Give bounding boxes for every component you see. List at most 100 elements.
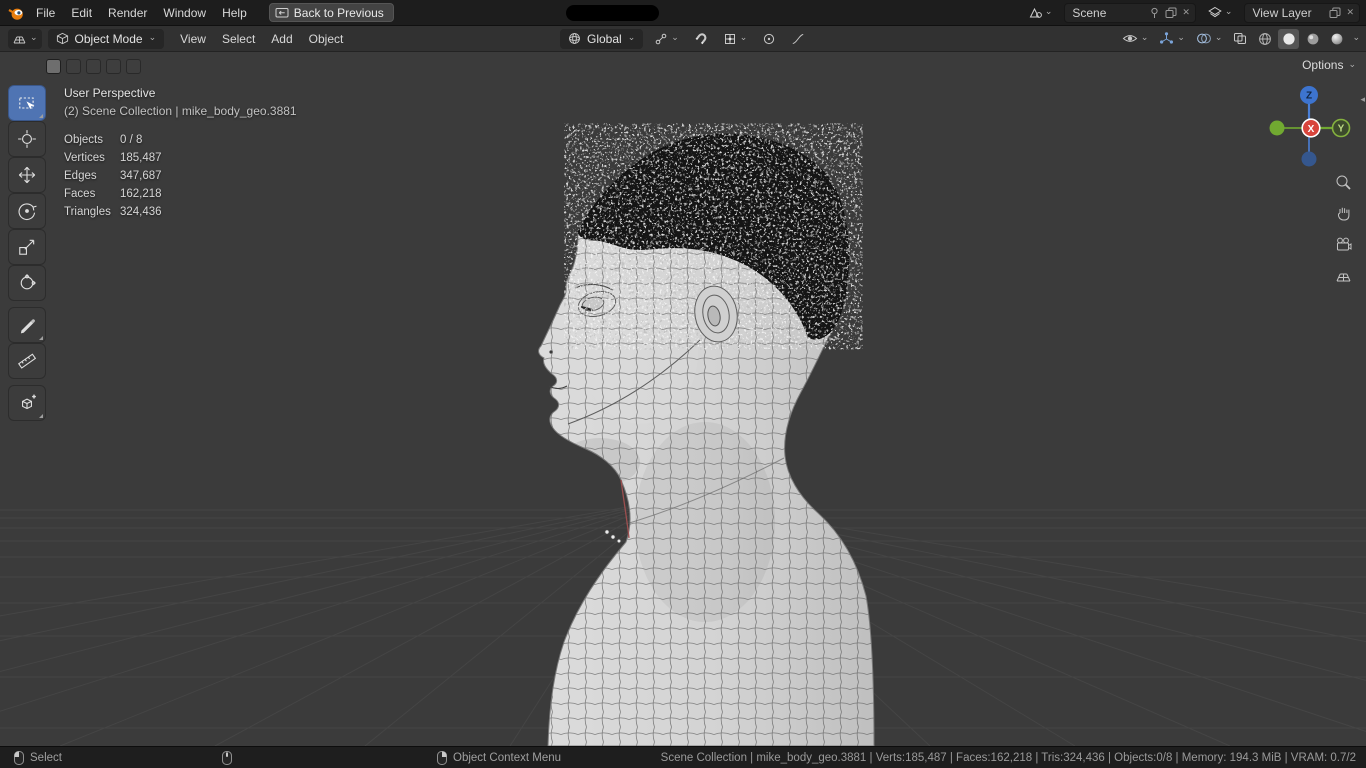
chevron-down-icon: ⌄ [671, 32, 679, 42]
svg-text:Y: Y [1338, 124, 1345, 135]
select-mode-new-button[interactable] [46, 59, 61, 74]
unlink-scene-icon[interactable]: ✕ [1182, 7, 1190, 18]
editor-type-button[interactable]: ⌄ [8, 28, 42, 49]
header-right-cluster: ⌄ ⌄ ⌄ ⌄ [1118, 28, 1360, 49]
toggle-perspective-icon[interactable] [1333, 265, 1353, 285]
camera-view-icon[interactable] [1333, 234, 1353, 254]
menu-file[interactable]: File [28, 3, 63, 23]
gizmo-axis-x[interactable]: X [1301, 118, 1321, 138]
tool-scale[interactable] [9, 230, 45, 264]
back-screen-icon [275, 7, 289, 17]
menu-edit[interactable]: Edit [63, 3, 100, 23]
scene-browse-button[interactable]: ⌄ [1024, 4, 1057, 21]
view-layer-icon [1208, 6, 1222, 18]
zoom-icon[interactable] [1333, 172, 1353, 192]
mode-dropdown[interactable]: Object Mode ⌄ [47, 28, 165, 49]
wireframe-sphere-icon [1259, 32, 1271, 45]
viewport-3d[interactable]: Options ⌄ User Perspective (2) Scene Col… [0, 52, 1366, 746]
shading-wireframe-button[interactable] [1254, 29, 1275, 49]
chevron-down-icon: ⌄ [1348, 58, 1356, 69]
xray-toggle[interactable] [1229, 30, 1251, 47]
show-gizmos-toggle[interactable]: ⌄ [1155, 30, 1189, 48]
pivot-point-icon [655, 33, 667, 44]
orientation-globe-icon [569, 33, 580, 44]
menu-render[interactable]: Render [100, 3, 155, 23]
duplicate-icon[interactable] [1329, 7, 1341, 19]
scene-name-field[interactable]: Scene ✕ [1064, 2, 1196, 23]
scene-icon [1029, 7, 1042, 18]
tool-cursor[interactable] [9, 122, 45, 156]
select-mode-extend-button[interactable] [66, 59, 81, 74]
rendered-sphere-icon [1331, 33, 1343, 44]
chevron-down-icon: ⌄ [739, 32, 748, 42]
pivot-point-dropdown[interactable]: ⌄ [650, 30, 683, 48]
menu-view[interactable]: View [172, 29, 214, 49]
show-overlays-toggle[interactable]: ⌄ [1192, 30, 1227, 47]
region-collapse-icon[interactable]: ◂ [1360, 94, 1365, 105]
menu-select[interactable]: Select [214, 29, 263, 49]
viewport-nav-controls [1333, 172, 1353, 285]
tool-rotate[interactable] [9, 194, 45, 228]
tool-flyout-indicator [39, 414, 43, 418]
pin-icon[interactable] [1149, 7, 1160, 19]
tool-measure[interactable] [9, 344, 45, 378]
gizmo-axis-y[interactable]: Y [1331, 118, 1351, 138]
proportional-editing-toggle[interactable] [758, 30, 780, 48]
chevron-down-icon: ⌄ [30, 32, 38, 42]
stat-triangles: Triangles 324,436 [64, 203, 297, 221]
stat-value: 324,436 [120, 206, 162, 218]
back-to-previous-button[interactable]: Back to Previous [268, 3, 394, 22]
view-layer-browse-button[interactable]: ⌄ [1204, 4, 1237, 21]
stat-label: Faces [64, 188, 96, 200]
mouse-middle-icon [222, 751, 232, 765]
stat-value: 185,487 [120, 152, 162, 164]
stat-edges: Edges 347,687 [64, 167, 297, 185]
proportional-falloff-dropdown[interactable] [787, 30, 809, 48]
blender-logo-icon[interactable] [6, 3, 26, 23]
remove-view-layer-icon[interactable]: ✕ [1346, 7, 1354, 18]
statusbar: Select Object Context Menu Scene Collect… [0, 746, 1366, 768]
menu-help[interactable]: Help [214, 3, 255, 23]
pan-hand-icon[interactable] [1333, 203, 1353, 223]
gizmo-axis-z[interactable]: Z [1300, 86, 1318, 104]
tool-box-select[interactable] [9, 86, 45, 120]
snap-toggle-button[interactable] [690, 30, 712, 48]
select-mode-subtract-button[interactable] [86, 59, 101, 74]
tool-transform[interactable] [9, 266, 45, 300]
view-layer-name-value: View Layer [1252, 5, 1312, 20]
transform-orientation-dropdown[interactable]: Global ⌄ [560, 28, 644, 49]
magnet-icon [695, 32, 707, 44]
gizmo-axis-z-neg[interactable] [1301, 151, 1317, 167]
tool-annotate[interactable] [9, 308, 45, 342]
options-label: Options [1302, 58, 1344, 72]
duplicate-icon[interactable] [1165, 7, 1177, 19]
stat-objects: Objects 0 / 8 [64, 131, 297, 149]
status-scene-info: Scene Collection | mike_body_geo.3881 | … [660, 752, 1356, 764]
shading-dropdown-chevron-icon[interactable]: ⌄ [1352, 33, 1360, 42]
orientation-label: Global [587, 31, 622, 46]
tool-add-cube[interactable] [9, 386, 45, 420]
tool-move[interactable] [9, 158, 45, 192]
proportional-circle-icon [764, 33, 775, 44]
status-keymap-select: Select [14, 747, 62, 768]
menu-object[interactable]: Object [301, 29, 352, 49]
stat-faces: Faces 162,218 [64, 185, 297, 203]
shading-rendered-button[interactable] [1326, 29, 1347, 49]
snap-settings-dropdown[interactable]: ⌄ [719, 30, 752, 48]
nostril [549, 350, 553, 354]
eye-visibility-icon [1122, 35, 1138, 42]
svg-text:Z: Z [1306, 91, 1312, 102]
select-mode-invert-button[interactable] [106, 59, 121, 74]
view-layer-name-field[interactable]: View Layer ✕ [1244, 2, 1360, 23]
menu-window[interactable]: Window [155, 3, 214, 23]
menu-add[interactable]: Add [263, 29, 300, 49]
navigation-gizmo[interactable]: Z Y X [1263, 84, 1355, 176]
shading-solid-button[interactable] [1278, 28, 1300, 49]
options-button[interactable]: Options ⌄ [1302, 58, 1356, 72]
stat-label: Objects [64, 134, 103, 146]
gizmo-axis-y-neg[interactable] [1269, 120, 1285, 136]
select-mode-intersect-button[interactable] [126, 59, 141, 74]
object-visibility-dropdown[interactable]: ⌄ [1118, 30, 1153, 47]
shading-material-button[interactable] [1302, 29, 1323, 49]
stat-vertices: Vertices 185,487 [64, 149, 297, 167]
